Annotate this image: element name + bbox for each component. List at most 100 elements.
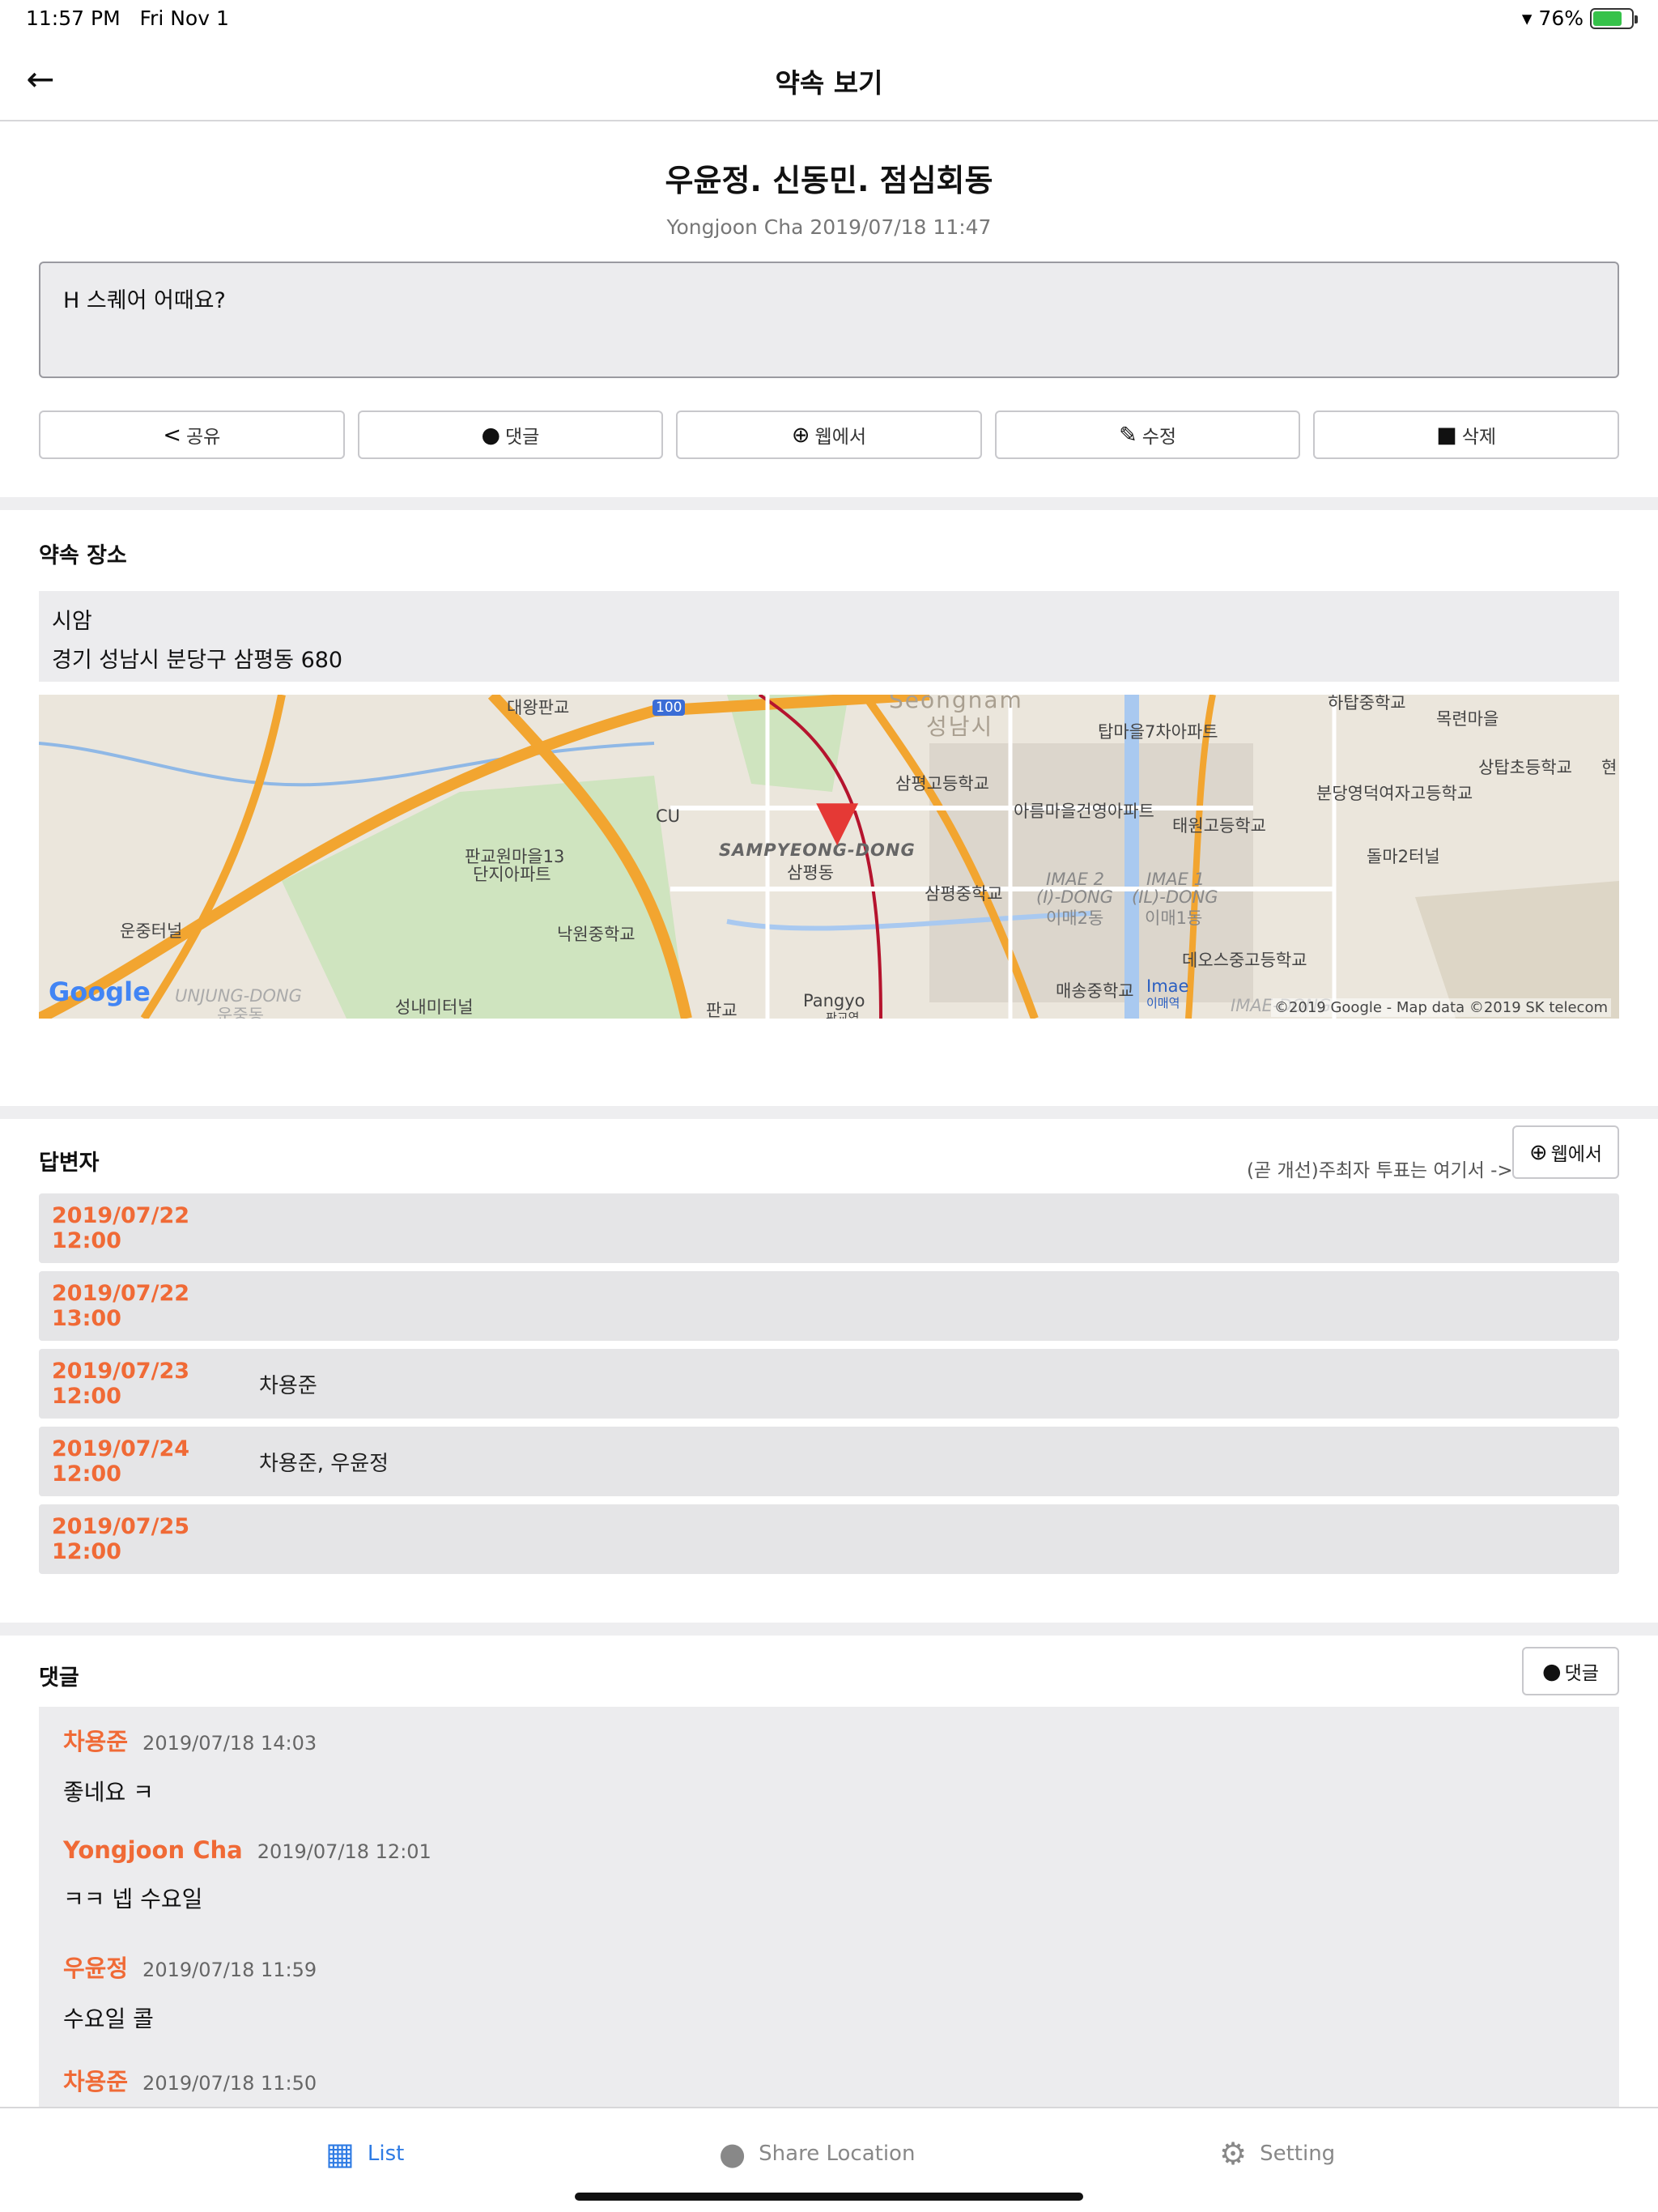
trash-icon: ■	[1436, 422, 1457, 448]
home-indicator	[575, 2193, 1083, 2201]
map-label: 단지아파트	[473, 865, 551, 884]
map-label: 대왕판교	[507, 698, 570, 717]
comment-author: 차용준	[63, 1728, 129, 1755]
battery-icon	[1590, 7, 1638, 29]
event-meta: Yongjoon Cha 2019/07/18 11:47	[666, 215, 992, 239]
delete-button[interactable]: ■ 삭제	[1313, 410, 1619, 459]
map-label: 낙원중학교	[557, 925, 636, 944]
place-name: 시암	[52, 609, 92, 634]
comment-icon: ●	[481, 422, 500, 448]
share-button[interactable]: < 공유	[39, 410, 345, 459]
action-buttons: < 공유 ● 댓글 ⊕ 웹에서 ✎ 수정 ■ 삭제	[39, 410, 1619, 459]
time-slot-row[interactable]: 2019/07/24 12:00 차용준, 우윤정	[39, 1427, 1619, 1496]
share-icon: <	[163, 422, 181, 448]
comment-item: 우윤정 2019/07/18 11:59 수요일 콜	[63, 1950, 1595, 2063]
vote-web-label: 웹에서	[1550, 1144, 1603, 1165]
map-label: IMAE 1	[1146, 870, 1205, 889]
status-left: 11:57 PM Fri Nov 1	[26, 6, 229, 30]
comment-text: 좋네요 ㅋ	[63, 1779, 154, 1806]
globe-icon: ⊕	[1528, 1139, 1548, 1165]
comment-label: 댓글	[505, 427, 540, 448]
status-right: ▾ 76%	[1521, 6, 1638, 30]
vote-note: (곧 개선)주최자 투표는 여기서 ->	[1247, 1160, 1513, 1181]
time-slot-row[interactable]: 2019/07/22 13:00	[39, 1271, 1619, 1341]
comment-text: 수요일 콜	[63, 2006, 154, 2032]
tab-setting-label: Setting	[1260, 2142, 1336, 2166]
map-label: 성남시	[926, 713, 994, 740]
map-label: CU	[656, 806, 681, 826]
web-label: 웹에서	[814, 427, 867, 448]
map-view[interactable]: Seongnam 성남시 대왕판교 100 CU 판교원마을13 단지아파트 운…	[39, 695, 1619, 1019]
comment-item: 차용준 2019/07/18 11:50	[63, 2063, 1595, 2107]
comment-author: 우윤정	[63, 1955, 129, 1982]
map-label: (IL)-DONG	[1132, 887, 1218, 907]
tab-list-label: List	[367, 2142, 405, 2166]
web-button[interactable]: ⊕ 웹에서	[676, 410, 982, 459]
time-slots: 2019/07/22 12:00 2019/07/22 13:00 2019/0…	[39, 1193, 1619, 1582]
comment-button[interactable]: ● 댓글	[357, 410, 664, 459]
comment-text: ㅋㅋ 넵 수요일	[63, 1886, 203, 1912]
delete-label: 삭제	[1461, 427, 1497, 448]
tab-setting[interactable]: ⚙ Setting	[1219, 2136, 1335, 2172]
place-card: 시암 경기 성남시 분당구 삼평동 680	[39, 591, 1619, 682]
google-logo: Google	[49, 976, 151, 1007]
map-label: 데오스중고등학교	[1182, 951, 1307, 970]
map-label: 판교역	[826, 1010, 860, 1019]
section-divider	[0, 1106, 1658, 1119]
status-date: Fri Nov 1	[139, 6, 229, 30]
slot-time: 2019/07/24 12:00	[52, 1436, 190, 1487]
map-label: 삼평중학교	[925, 884, 1003, 904]
time-slot-row[interactable]: 2019/07/22 12:00	[39, 1193, 1619, 1263]
comments-heading: 댓글	[39, 1665, 79, 1691]
comment-author: Yongjoon Cha	[63, 1836, 243, 1864]
map-label: Pangyo	[803, 991, 865, 1010]
comment-author: 차용준	[63, 2068, 129, 2095]
map-label: 이매역	[1146, 996, 1180, 1010]
map-label: 판교	[706, 1001, 738, 1019]
map-label: 성내미터널	[395, 998, 474, 1017]
map-label: (I)-DONG	[1036, 887, 1113, 907]
vote-web-button[interactable]: ⊕ 웹에서	[1512, 1125, 1619, 1179]
map-label: 목련마을	[1436, 709, 1499, 729]
slot-time: 2019/07/25 12:00	[52, 1514, 190, 1564]
responders-heading: 답변자	[39, 1151, 100, 1176]
comment-date: 2019/07/18 11:50	[142, 2072, 317, 2095]
comment-item: 차용준 2019/07/18 14:03 좋네요 ㅋ	[63, 1723, 1595, 1836]
map-label: 매송중학교	[1056, 981, 1134, 1001]
map-label: 상탑초등학교	[1478, 758, 1572, 777]
edit-button[interactable]: ✎ 수정	[994, 410, 1301, 459]
comment-list[interactable]: 차용준 2019/07/18 14:03 좋네요 ㅋ Yongjoon Cha 20…	[39, 1707, 1619, 2107]
map-label: 운중터널	[120, 921, 183, 941]
map-label: 삼평고등학교	[895, 774, 989, 793]
map-label: 운중동	[217, 1006, 264, 1019]
comment-date: 2019/07/18 14:03	[142, 1732, 317, 1755]
navigation-bar: ← 약속 보기	[0, 37, 1658, 121]
page-title: 약속 보기	[775, 67, 883, 99]
location-pin-icon: ●	[719, 2136, 746, 2172]
map-label: 탑마을7차아파트	[1098, 722, 1218, 742]
map-label: 현	[1601, 758, 1618, 777]
comment-date: 2019/07/18 12:01	[257, 1840, 432, 1863]
time-slot-row[interactable]: 2019/07/25 12:00	[39, 1504, 1619, 1574]
slot-people: 차용준, 우윤정	[259, 1451, 389, 1476]
location-pin-icon: ▼	[816, 789, 859, 853]
wifi-icon: ▾	[1521, 6, 1533, 30]
comment-item: Yongjoon Cha 2019/07/18 12:01 ㅋㅋ 넵 수요일	[63, 1836, 1595, 1950]
map-label: Imae	[1146, 976, 1189, 996]
section-divider	[0, 1623, 1658, 1636]
section-divider	[0, 497, 1658, 510]
map-label: 이매2동	[1046, 908, 1104, 928]
map-label: IMAE 2	[1046, 870, 1104, 889]
add-comment-button[interactable]: ● 댓글	[1522, 1647, 1619, 1695]
map-attribution: ©2019 Google - Map data ©2019 SK telecom	[1270, 998, 1611, 1017]
comment-icon: ●	[1542, 1658, 1562, 1684]
comment-date: 2019/07/18 11:59	[142, 1959, 317, 1981]
event-title: 우윤정. 신동민. 점심회동	[665, 163, 993, 198]
status-time: 11:57 PM	[26, 6, 121, 30]
time-slot-row[interactable]: 2019/07/23 12:00 차용준	[39, 1349, 1619, 1419]
tab-list[interactable]: ▦ List	[325, 2136, 404, 2172]
slot-time: 2019/07/22 13:00	[52, 1281, 190, 1331]
tab-share-location[interactable]: ● Share Location	[719, 2136, 915, 2172]
place-heading: 약속 장소	[39, 543, 127, 568]
road-shield: 100	[653, 700, 686, 716]
